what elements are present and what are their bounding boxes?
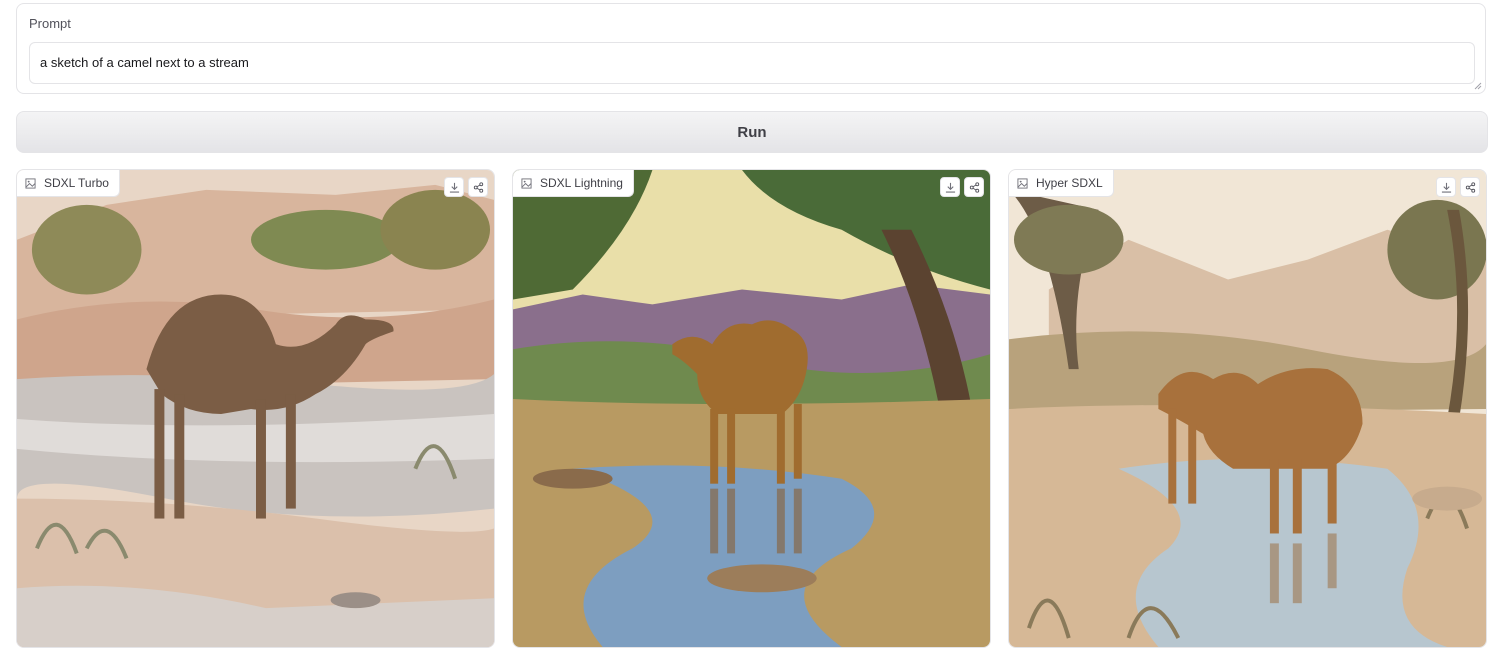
camel-image-sdxl-turbo bbox=[17, 170, 494, 647]
camel-image-hyper-sdxl bbox=[1009, 170, 1486, 647]
share-button[interactable] bbox=[468, 177, 488, 197]
camel-image-sdxl-lightning bbox=[513, 170, 990, 647]
panel-label-hyper-sdxl: Hyper SDXL bbox=[1009, 170, 1114, 197]
download-icon bbox=[1441, 182, 1451, 193]
prompt-block: Prompt a sketch of a camel next to a str… bbox=[16, 3, 1486, 94]
download-button[interactable] bbox=[940, 177, 960, 197]
share-button[interactable] bbox=[964, 177, 984, 197]
panel-label-text: Hyper SDXL bbox=[1036, 176, 1103, 190]
download-button[interactable] bbox=[444, 177, 464, 197]
download-icon bbox=[449, 182, 459, 193]
panel-label-text: SDXL Lightning bbox=[540, 176, 623, 190]
image-output-sdxl-lightning: SDXL Lightning bbox=[512, 169, 991, 648]
run-button[interactable]: Run bbox=[16, 111, 1488, 153]
image-icon bbox=[1017, 177, 1028, 189]
panel-label-sdxl-turbo: SDXL Turbo bbox=[17, 170, 120, 197]
share-icon bbox=[473, 181, 483, 193]
image-output-hyper-sdxl: Hyper SDXL bbox=[1008, 169, 1487, 648]
panel-label-sdxl-lightning: SDXL Lightning bbox=[513, 170, 634, 197]
share-button[interactable] bbox=[1460, 177, 1480, 197]
share-icon bbox=[969, 181, 979, 193]
panel-actions bbox=[444, 177, 488, 197]
share-icon bbox=[1465, 181, 1475, 193]
panel-label-text: SDXL Turbo bbox=[44, 176, 109, 190]
image-icon bbox=[25, 177, 36, 189]
panel-actions bbox=[940, 177, 984, 197]
prompt-label: Prompt bbox=[29, 16, 71, 31]
panel-actions bbox=[1436, 177, 1480, 197]
image-icon bbox=[521, 177, 532, 189]
resize-grip-icon[interactable] bbox=[1474, 82, 1482, 90]
download-button[interactable] bbox=[1436, 177, 1456, 197]
prompt-input[interactable]: a sketch of a camel next to a stream bbox=[29, 42, 1475, 84]
image-output-sdxl-turbo: SDXL Turbo bbox=[16, 169, 495, 648]
download-icon bbox=[945, 182, 955, 193]
